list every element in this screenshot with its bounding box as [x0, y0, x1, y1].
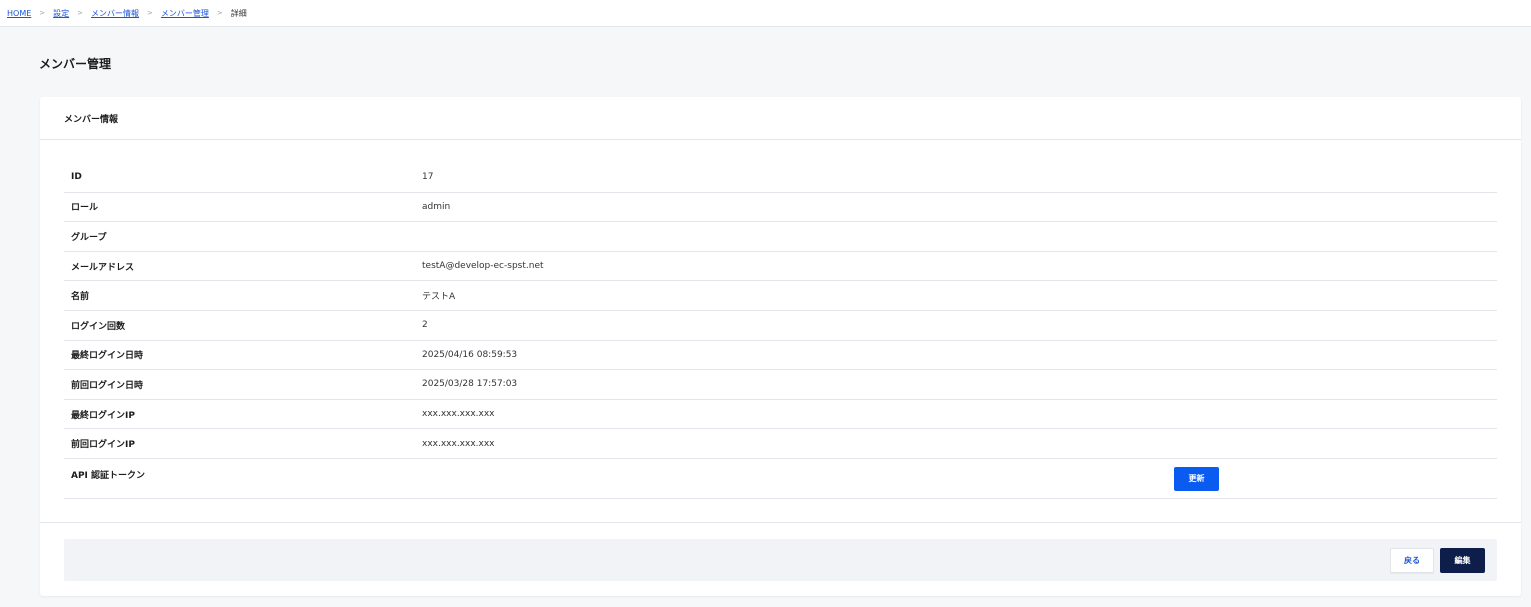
detail-label: 前回ログイン日時 — [71, 380, 144, 391]
breadcrumb-separator: > — [216, 9, 223, 17]
breadcrumb-current: 詳細 — [230, 8, 247, 18]
member-info-card: メンバー情報 ID 17 ロール admin グループ メールアドレス test… — [40, 97, 1521, 596]
detail-row-last-login-date: 最終ログイン日時 2025/04/16 08:59:53 — [64, 341, 1497, 371]
detail-value: 2025/03/28 17:57:03 — [422, 379, 518, 390]
detail-row-email: メールアドレス testA@develop-ec-spst.net — [64, 252, 1497, 282]
detail-row-name: 名前 テストA — [64, 281, 1497, 311]
detail-label: 最終ログインIP — [71, 410, 135, 421]
card-divider — [40, 522, 1521, 523]
detail-table: ID 17 ロール admin グループ メールアドレス testA@devel… — [64, 163, 1497, 499]
card-title: メンバー情報 — [40, 97, 1521, 140]
detail-label: API 認証トークン — [71, 470, 146, 481]
detail-label: ログイン回数 — [71, 321, 126, 332]
detail-value: xxx.xxx.xxx.xxx — [422, 409, 495, 420]
breadcrumb-separator: > — [77, 9, 84, 17]
action-bar: 戻る 編集 — [64, 539, 1497, 581]
detail-label: グループ — [71, 232, 107, 243]
detail-value: testA@develop-ec-spst.net — [422, 261, 544, 272]
detail-label: 前回ログインIP — [71, 440, 135, 451]
detail-row-api-token: API 認証トークン 更新 — [64, 459, 1497, 499]
page-title: メンバー管理 — [39, 57, 112, 71]
detail-value: 2025/04/16 08:59:53 — [422, 349, 518, 360]
breadcrumb: HOME > 設定 > メンバー情報 > メンバー管理 > 詳細 — [0, 0, 1531, 27]
breadcrumb-member-info-link[interactable]: メンバー情報 — [91, 8, 139, 19]
detail-row-role: ロール admin — [64, 193, 1497, 223]
detail-row-previous-login-ip: 前回ログインIP xxx.xxx.xxx.xxx — [64, 429, 1497, 459]
breadcrumb-settings-link[interactable]: 設定 — [53, 8, 69, 19]
detail-row-login-count: ログイン回数 2 — [64, 311, 1497, 341]
detail-value: admin — [422, 201, 451, 212]
breadcrumb-separator: > — [147, 9, 153, 17]
detail-value: テストA — [422, 292, 456, 303]
detail-row-id: ID 17 — [64, 163, 1497, 193]
detail-label: ID — [71, 172, 82, 183]
detail-label: メールアドレス — [71, 262, 135, 273]
detail-value: 17 — [422, 172, 434, 183]
breadcrumb-separator: > — [39, 9, 46, 17]
detail-label: 最終ログイン日時 — [71, 351, 144, 362]
update-token-button[interactable]: 更新 — [1174, 466, 1219, 491]
detail-value: 2 — [422, 320, 428, 331]
detail-label: ロール — [71, 203, 99, 214]
detail-row-previous-login-date: 前回ログイン日時 2025/03/28 17:57:03 — [64, 370, 1497, 400]
detail-row-group: グループ — [64, 222, 1497, 252]
back-button[interactable]: 戻る — [1390, 548, 1434, 573]
detail-label: 名前 — [71, 292, 90, 303]
detail-value: xxx.xxx.xxx.xxx — [422, 438, 495, 449]
edit-button[interactable]: 編集 — [1440, 548, 1485, 573]
breadcrumb-member-management-link[interactable]: メンバー管理 — [161, 8, 209, 19]
detail-row-last-login-ip: 最終ログインIP xxx.xxx.xxx.xxx — [64, 400, 1497, 430]
breadcrumb-home-link[interactable]: HOME — [7, 9, 31, 18]
